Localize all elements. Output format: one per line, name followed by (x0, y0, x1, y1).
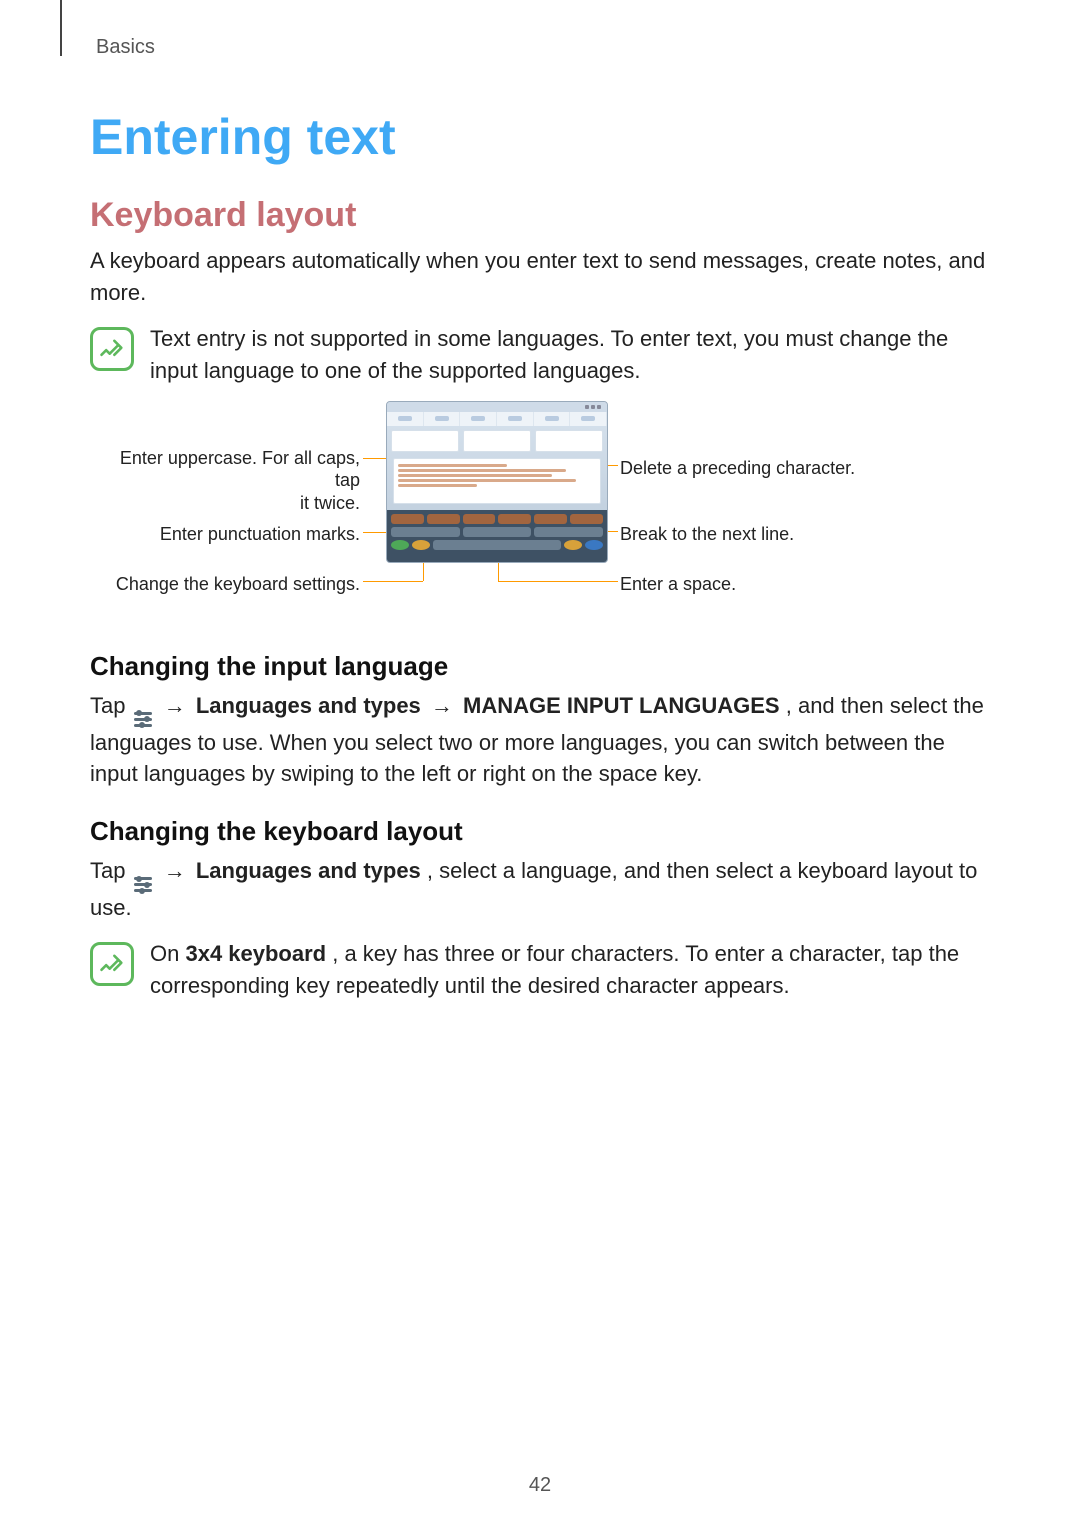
callout-settings: Change the keyboard settings. (90, 573, 360, 596)
text: On (150, 941, 185, 966)
callout-punctuation: Enter punctuation marks. (90, 523, 360, 546)
note-unsupported-languages: Text entry is not supported in some lang… (90, 323, 990, 387)
note-icon (90, 327, 134, 371)
leader-line (498, 581, 618, 582)
app-tabs (387, 412, 607, 426)
text-bold: MANAGE INPUT LANGUAGES (463, 693, 780, 718)
arrow-icon: → (431, 693, 459, 718)
text-bold: Languages and types (196, 693, 421, 718)
manual-page: Basics Entering text Keyboard layout A k… (0, 0, 1080, 1527)
settings-icon (134, 877, 152, 892)
keyboard-diagram: Enter uppercase. For all caps, tap it tw… (90, 401, 990, 621)
key-row (391, 527, 603, 537)
callout-delete: Delete a preceding character. (620, 457, 855, 480)
text-bold: Languages and types (196, 858, 421, 883)
note-text: Text entry is not supported in some lang… (150, 323, 990, 387)
text-area (393, 458, 601, 504)
note-text: On 3x4 keyboard , a key has three or fou… (150, 938, 990, 1002)
device-mock (386, 401, 608, 563)
header-rule (60, 0, 62, 56)
callout-space: Enter a space. (620, 573, 736, 596)
callout-nextline: Break to the next line. (620, 523, 794, 546)
page-title: Entering text (90, 108, 990, 166)
note-icon (90, 942, 134, 986)
text: Tap (90, 858, 132, 883)
status-bar (387, 402, 607, 412)
key-row (391, 514, 603, 524)
page-number: 42 (0, 1474, 1080, 1497)
callout-uppercase: Enter uppercase. For all caps, tap it tw… (90, 447, 360, 515)
note-3x4-keyboard: On 3x4 keyboard , a key has three or fou… (90, 938, 990, 1002)
intro-paragraph: A keyboard appears automatically when yo… (90, 245, 990, 309)
text: Tap (90, 693, 132, 718)
arrow-icon: → (164, 693, 192, 718)
settings-icon (134, 712, 152, 727)
suggestion-cards (387, 426, 607, 456)
breadcrumb: Basics (96, 36, 155, 59)
subheading-keyboard-layout: Changing the keyboard layout (90, 816, 990, 847)
section-heading-keyboard-layout: Keyboard layout (90, 196, 990, 235)
leader-line (363, 581, 423, 582)
key-row (391, 540, 603, 550)
input-language-paragraph: Tap → Languages and types → MANAGE INPUT… (90, 690, 990, 791)
subheading-input-language: Changing the input language (90, 651, 990, 682)
keyboard-layout-paragraph: Tap → Languages and types , select a lan… (90, 855, 990, 924)
text-bold: 3x4 keyboard (185, 941, 326, 966)
onscreen-keyboard (387, 510, 607, 562)
arrow-icon: → (164, 858, 192, 883)
